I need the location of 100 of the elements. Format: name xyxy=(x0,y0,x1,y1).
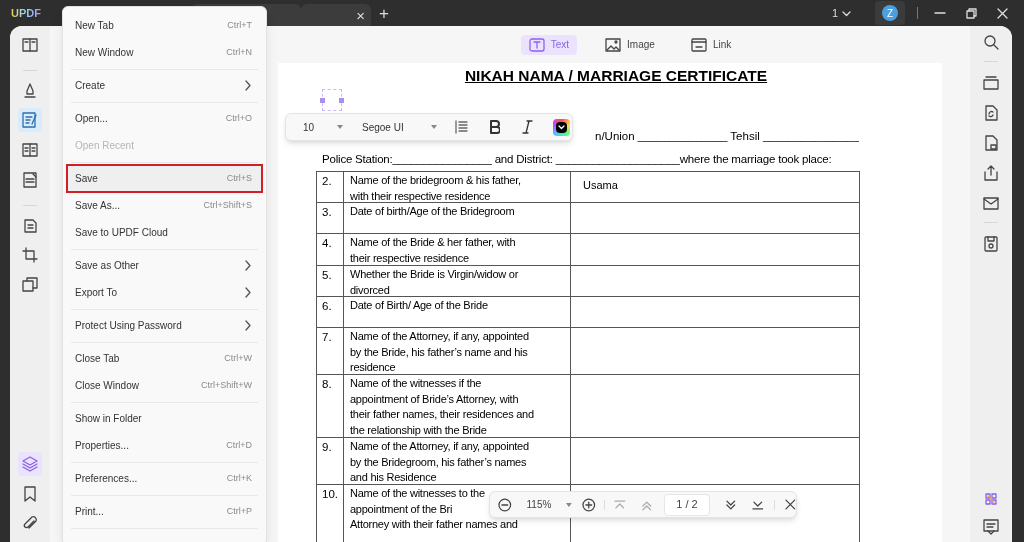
crop-icon xyxy=(21,246,39,264)
menu-item[interactable]: Save As... Ctrl+Shift+S xyxy=(67,192,262,219)
comment-icon xyxy=(982,518,1000,536)
chevron-right-icon xyxy=(245,80,252,91)
shortcut-label: Ctrl+Shift+W xyxy=(201,378,252,392)
menu-item[interactable]: Save Ctrl+S xyxy=(67,165,262,192)
menu-item[interactable]: Preferences... Ctrl+K xyxy=(67,465,262,492)
pages-icon xyxy=(21,216,39,234)
zoom-in-icon xyxy=(582,497,596,512)
window-count[interactable]: 1 xyxy=(831,4,838,22)
mode-tab[interactable]: Link xyxy=(682,34,740,55)
table-cell: Name of the bridegroom & his father, with their respective residence xyxy=(344,172,571,203)
close-icon xyxy=(785,499,796,510)
tool-button[interactable] xyxy=(18,108,42,132)
tab-close-button[interactable]: × xyxy=(356,7,365,23)
shortcut-label: Ctrl+D xyxy=(226,438,252,452)
page-number-field[interactable]: 1 / 2 xyxy=(663,493,711,516)
menu-item[interactable]: Open... Ctrl+O xyxy=(67,105,262,132)
restore-icon xyxy=(966,7,977,19)
menu-item[interactable]: Close Window Ctrl+Shift+W xyxy=(67,372,262,399)
file-refresh-icon xyxy=(982,104,1000,122)
table-cell: 8. xyxy=(317,375,344,438)
image-icon xyxy=(605,37,622,52)
menu-item[interactable]: Save as Other xyxy=(67,252,262,279)
layers-icon xyxy=(21,455,39,473)
table-cell: 7. xyxy=(317,328,344,375)
close-icon xyxy=(997,7,1008,19)
table-cell: 9. xyxy=(317,438,344,485)
table-cell: 6. xyxy=(317,297,344,328)
last-page-icon xyxy=(750,498,765,511)
chevron-down-icon xyxy=(842,9,851,17)
save-icon xyxy=(982,235,1000,253)
bold-icon xyxy=(488,120,500,134)
form-line: n/Union ______________ Tehsil _______________ xyxy=(595,130,859,143)
table-cell: Date of birth/Age of the Bridegroom xyxy=(344,203,571,234)
zoom-out-icon xyxy=(498,497,512,512)
caret-down-icon xyxy=(336,124,345,130)
table-cell: Date of Birth/ Age of the Bride xyxy=(344,297,571,328)
reader-icon xyxy=(21,36,39,54)
next-page-icon xyxy=(724,498,738,511)
table-cell: Whether the Bride is Virgin/widow or divorced xyxy=(344,266,571,297)
shortcut-label: Ctrl+S xyxy=(226,171,252,185)
italic-icon xyxy=(521,120,533,134)
text-cursor-box xyxy=(322,89,342,112)
chevron-right-icon xyxy=(245,260,252,271)
table-cell: Name of the witnesses if the appointment of Bride’s Attorney, with their father names, their residences and the relationship with the Bride xyxy=(344,375,571,438)
caret-down-icon xyxy=(429,124,438,130)
shortcut-label: Ctrl+Shift+S xyxy=(203,198,252,212)
table-cell: Name of the Attorney, if any, appointed by the Bride, his father’s name and his residence xyxy=(344,328,571,375)
chevron-right-icon xyxy=(245,287,252,298)
document-title: NIKAH NAMA / MARRIAGE CERTIFICATE xyxy=(464,66,768,86)
chevron-right-icon xyxy=(245,320,252,331)
table-cell: 3. xyxy=(317,203,344,234)
user-avatar: Z xyxy=(882,5,898,21)
bookmark-icon xyxy=(21,485,39,503)
document-tab[interactable]: × xyxy=(300,4,371,26)
table-cell: 5. xyxy=(317,266,344,297)
table-cell: 10. xyxy=(317,485,344,542)
menu-item[interactable]: Protect Using Password xyxy=(67,312,262,339)
zoom-level-dropdown[interactable]: 115% xyxy=(526,497,552,512)
table-cell: Usama xyxy=(571,172,860,203)
align-icon xyxy=(454,120,468,134)
edit-text-icon xyxy=(21,111,39,129)
mode-tab[interactable]: Image xyxy=(597,34,663,55)
color-picker[interactable] xyxy=(553,118,570,136)
menu-item[interactable]: Print... Ctrl+P xyxy=(67,498,262,525)
table-cell: Name of the Bride & her father, with their respective residence xyxy=(344,234,571,266)
font-dropdown[interactable]: Segoe UI xyxy=(362,119,404,135)
form-line: Police Station:________________ and District: ____________________where the marriage took place: xyxy=(322,153,832,166)
menu-item[interactable]: Create xyxy=(67,72,262,99)
file-lock-icon xyxy=(982,134,1000,152)
table-cell: Name of the Attorney, if any, appointed by the Bridegroom, his father’s names and his Residence xyxy=(344,438,571,485)
shortcut-label: Ctrl+W xyxy=(224,351,252,365)
menu-item[interactable]: Properties... Ctrl+D xyxy=(67,432,262,459)
shortcut-label: Ctrl+N xyxy=(226,45,252,59)
share-icon xyxy=(982,164,1000,182)
menu-item[interactable]: Show in Folder xyxy=(67,405,262,432)
font-size-dropdown[interactable]: 10 xyxy=(303,119,315,135)
shortcut-label: Ctrl+P xyxy=(226,504,252,518)
mail-icon xyxy=(982,194,1000,212)
menu-item[interactable]: Close Tab Ctrl+W xyxy=(67,345,262,372)
mode-tab[interactable]: Text xyxy=(520,34,578,55)
menu-item[interactable]: Export To xyxy=(67,279,262,306)
new-tab-button[interactable]: + xyxy=(378,4,389,22)
menu-item[interactable]: Save to UPDF Cloud xyxy=(67,219,262,246)
table-cell: 4. xyxy=(317,234,344,266)
menu-item[interactable]: New Tab Ctrl+T xyxy=(67,12,262,39)
shortcut-label: Ctrl+T xyxy=(227,18,252,32)
duplicate-icon xyxy=(21,276,39,294)
first-page-icon xyxy=(612,498,627,511)
columns-icon xyxy=(21,141,39,159)
menu-item[interactable]: New Window Ctrl+N xyxy=(67,39,262,66)
chevron-down-icon xyxy=(558,124,565,130)
shortcut-label: Ctrl+O xyxy=(225,111,252,125)
text-tool-icon xyxy=(528,37,545,52)
search-icon xyxy=(982,33,1000,51)
shortcut-label: Ctrl+K xyxy=(226,471,252,485)
table-cell: 2. xyxy=(317,172,344,203)
caret-down-icon xyxy=(565,501,574,508)
form-icon xyxy=(21,171,39,189)
